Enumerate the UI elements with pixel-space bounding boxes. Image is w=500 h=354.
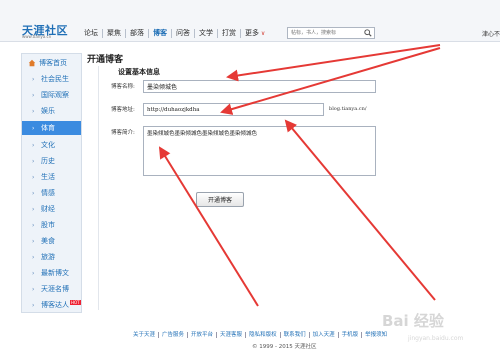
chevron-right-icon: ›: [32, 157, 35, 165]
chevron-down-icon: ∨: [259, 29, 266, 37]
chevron-right-icon: ›: [32, 141, 35, 149]
sidebar-item-culture[interactable]: › 文化: [22, 138, 81, 152]
main-nav: 论坛 聚焦 部落 博客 问答 文学 打赏 更多 ∨: [80, 28, 269, 38]
sidebar-item-latest-posts[interactable]: › 最新博文: [22, 266, 81, 280]
sidebar-item-emotion[interactable]: › 情感: [22, 186, 81, 200]
footer-link-join[interactable]: 加入天涯: [308, 332, 338, 338]
nav-item-literature[interactable]: 文学: [194, 28, 217, 38]
sidebar-item-label: 股市: [41, 221, 55, 229]
chevron-right-icon: ›: [32, 285, 35, 293]
nav-item-tip[interactable]: 打赏: [217, 28, 240, 38]
sidebar-item-label: 娱乐: [41, 107, 55, 115]
footer-link-support[interactable]: 天涯客服: [216, 332, 245, 338]
sidebar-home-label: 博客首页: [39, 59, 67, 67]
page-title: 开通博客: [87, 55, 124, 65]
nav-item-forum[interactable]: 论坛: [80, 29, 102, 38]
chevron-right-icon: ›: [32, 189, 35, 197]
sidebar-item-life[interactable]: › 生活: [22, 170, 81, 184]
footer-link-privacy[interactable]: 隐私和版权: [245, 332, 280, 338]
sidebar-item-label: 财经: [41, 205, 55, 213]
username-link[interactable]: 津心不: [482, 29, 500, 38]
sidebar-item-label: 社会民生: [41, 75, 69, 83]
tianya-logo[interactable]: 天涯社区 www.tianya.cn: [22, 22, 78, 39]
sidebar: 博客首页 › 社会民生 › 国际观察 › 娱乐 › 体育 › 文化 › 历史 › 生活 › 情感…: [21, 53, 82, 313]
blog-intro-textarea[interactable]: 墨染倾城色墨染倾城色墨染倾城色墨染倾城色: [143, 126, 376, 176]
sidebar-item-food[interactable]: › 美食: [22, 234, 81, 248]
sidebar-item-label: 国际观察: [41, 91, 69, 99]
sidebar-item-international[interactable]: › 国际观察: [22, 88, 81, 102]
hot-badge: HOT: [70, 299, 81, 305]
chevron-right-icon: ›: [32, 301, 35, 309]
sidebar-item-label: 旅游: [41, 253, 55, 261]
sidebar-item-entertainment[interactable]: › 娱乐: [22, 104, 81, 118]
footer-link-about[interactable]: 关于天涯: [130, 332, 158, 338]
chevron-right-icon: ›: [32, 269, 35, 277]
nav-item-blog[interactable]: 博客: [148, 28, 171, 38]
chevron-right-icon: ›: [32, 237, 35, 245]
footer-link-contact[interactable]: 联系我们: [279, 332, 309, 338]
search-input[interactable]: [288, 28, 362, 38]
sidebar-item-label: 文化: [41, 141, 55, 149]
nav-more-label: 更多: [245, 28, 259, 37]
section-title: 设置基本信息: [118, 68, 160, 76]
chevron-right-icon: ›: [32, 221, 35, 229]
nav-item-focus[interactable]: 聚焦: [102, 28, 125, 38]
blog-name-label: 博客名称:: [111, 84, 135, 90]
sidebar-item-society[interactable]: › 社会民生: [22, 72, 81, 86]
sidebar-item-label: 天涯名博: [41, 285, 69, 293]
chevron-right-icon: ›: [32, 107, 35, 115]
sidebar-item-travel[interactable]: › 旅游: [22, 250, 81, 264]
blog-address-field[interactable]: http://duhaozjkdha: [143, 103, 324, 116]
footer-link-open-platform[interactable]: 开放平台: [187, 332, 216, 338]
copyright-text: © 1999 - 2015 天涯社区: [252, 344, 317, 350]
nav-item-qa[interactable]: 问答: [171, 28, 194, 38]
footer-link-mobile[interactable]: 手机版: [337, 332, 362, 338]
sidebar-item-stocks[interactable]: › 股市: [22, 218, 81, 232]
nav-more-menu[interactable]: 更多 ∨: [240, 28, 269, 38]
chevron-right-icon: ›: [32, 124, 35, 132]
chevron-right-icon: ›: [32, 173, 35, 181]
sidebar-item-famous-blogs[interactable]: › 天涯名博: [22, 282, 81, 296]
sidebar-item-sports[interactable]: › 体育: [22, 121, 81, 135]
sidebar-item-blog-experts[interactable]: › 博客达人 HOT: [22, 298, 81, 312]
logo-subtext: www.tianya.cn: [22, 34, 52, 39]
search-box: [287, 27, 375, 39]
sidebar-item-history[interactable]: › 历史: [22, 154, 81, 168]
footer-link-ads[interactable]: 广告服务: [158, 332, 187, 338]
sidebar-item-home[interactable]: 博客首页: [22, 56, 81, 70]
top-bar: 天涯社区 www.tianya.cn 论坛 聚焦 部落 博客 问答 文学 打赏 …: [0, 0, 500, 42]
watermark-text: Bai 经验: [382, 312, 445, 330]
watermark-subtext: jingyan.baidu.com: [407, 335, 464, 342]
sidebar-item-finance[interactable]: › 财经: [22, 202, 81, 216]
blog-address-suffix: blog.tianya.cn/: [329, 106, 367, 112]
chevron-right-icon: ›: [32, 205, 35, 213]
sidebar-item-label: 博客达人: [41, 301, 69, 309]
home-icon: [28, 59, 36, 67]
sidebar-item-label: 体育: [41, 124, 55, 132]
chevron-right-icon: ›: [32, 91, 35, 99]
sidebar-item-label: 最新博文: [41, 269, 69, 277]
sidebar-item-label: 生活: [41, 173, 55, 181]
nav-item-tribe[interactable]: 部落: [125, 28, 148, 38]
blog-name-field[interactable]: 墨染倾城色: [143, 80, 376, 93]
sidebar-item-label: 情感: [41, 189, 55, 197]
sidebar-item-label: 历史: [41, 157, 55, 165]
baidu-jingyan-watermark: Bai 经验 jingyan.baidu.com: [382, 312, 464, 342]
open-blog-button[interactable]: 开通博客: [196, 192, 244, 207]
footer-links: 关于天涯 广告服务 开放平台 天涯客服 隐私和版权 联系我们 加入天涯 手机版 …: [130, 332, 390, 338]
chevron-right-icon: ›: [32, 253, 35, 261]
sidebar-item-label: 美食: [41, 237, 55, 245]
blog-address-label: 博客地址:: [111, 107, 135, 113]
blog-intro-label: 博客简介:: [111, 130, 135, 136]
search-icon[interactable]: [364, 29, 372, 37]
chevron-right-icon: ›: [32, 75, 35, 83]
